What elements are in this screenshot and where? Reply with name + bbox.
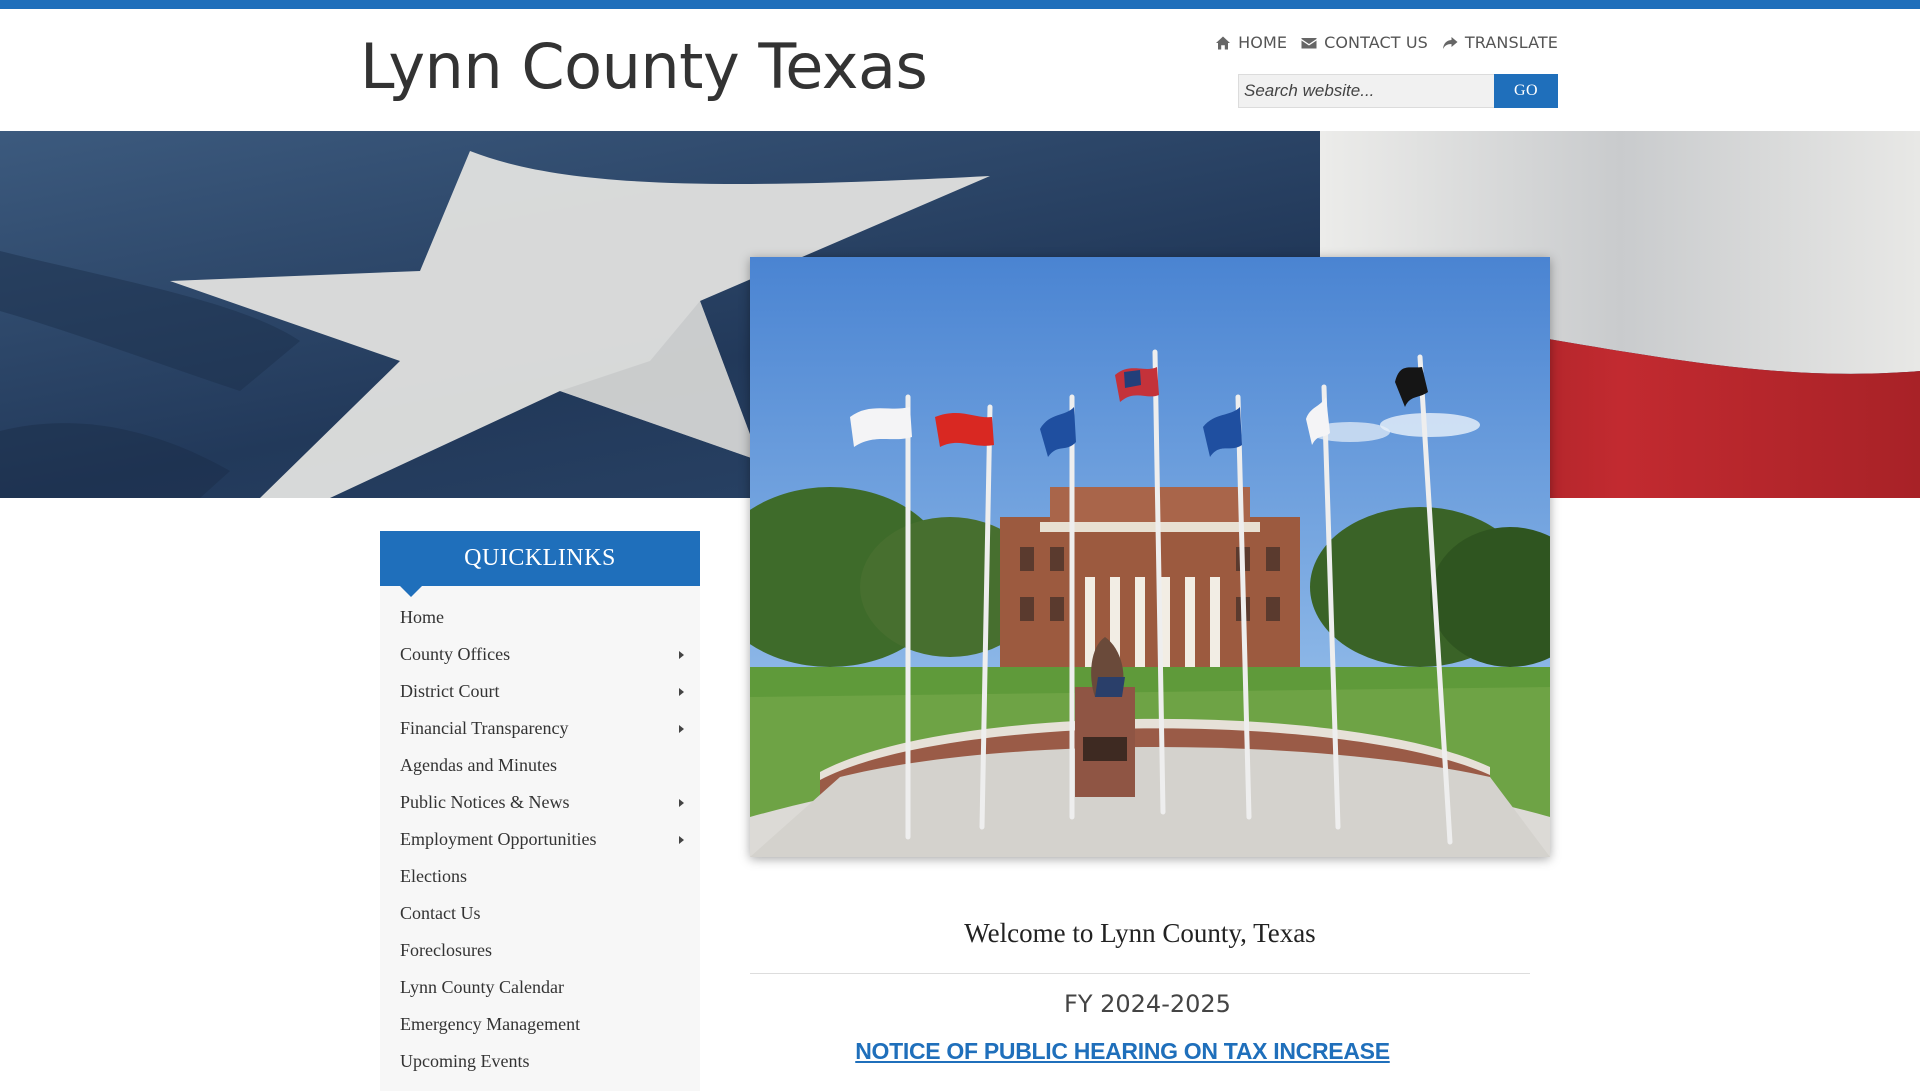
share-icon <box>1442 36 1458 49</box>
nav-contact-label: CONTACT US <box>1324 33 1428 52</box>
quicklink-county-offices[interactable]: County Offices <box>380 636 700 673</box>
courthouse-photo <box>750 257 1550 857</box>
quicklink-emergency-management[interactable]: Emergency Management <box>380 1006 700 1043</box>
quicklink-label: Financial Transparency <box>400 718 569 738</box>
quicklink-calendar[interactable]: Lynn County Calendar <box>380 969 700 1006</box>
quicklink-foreclosures[interactable]: Foreclosures <box>380 932 700 969</box>
quicklink-label: Contact Us <box>400 903 481 923</box>
quicklink-label: Foreclosures <box>400 940 492 960</box>
section-divider <box>750 973 1530 974</box>
caret-right-icon <box>679 725 684 733</box>
quicklink-agendas-minutes[interactable]: Agendas and Minutes <box>380 747 700 784</box>
nav-translate-link[interactable]: TRANSLATE <box>1442 33 1558 52</box>
envelope-icon <box>1301 37 1317 48</box>
site-search-form: GO <box>1238 74 1558 108</box>
quicklink-elections[interactable]: Elections <box>380 858 700 895</box>
fiscal-year-text: FY 2024-2025 <box>1064 990 1231 1018</box>
quicklink-employment[interactable]: Employment Opportunities <box>380 821 700 858</box>
nav-translate-label: TRANSLATE <box>1464 33 1558 52</box>
header-notch <box>400 586 422 597</box>
top-accent-bar <box>0 0 1920 9</box>
caret-right-icon <box>679 799 684 807</box>
quicklinks-header: QUICKLINKS <box>380 531 700 597</box>
quicklink-label: District Court <box>400 681 500 701</box>
nav-home-label: HOME <box>1238 33 1288 52</box>
quicklink-public-notices[interactable]: Public Notices & News <box>380 784 700 821</box>
quicklink-district-court[interactable]: District Court <box>380 673 700 710</box>
quicklink-label: County Offices <box>400 644 511 664</box>
nav-home-link[interactable]: HOME <box>1215 33 1287 52</box>
quicklink-upcoming-events[interactable]: Upcoming Events <box>380 1043 700 1080</box>
utility-nav: HOME CONTACT US TRANSLATE <box>1215 33 1558 52</box>
quicklink-contact-us[interactable]: Contact Us <box>380 895 700 932</box>
quicklink-label: Public Notices & News <box>400 792 570 812</box>
quicklink-label: Employment Opportunities <box>400 829 597 849</box>
caret-right-icon <box>679 836 684 844</box>
welcome-heading: Welcome to Lynn County, Texas <box>964 918 1316 948</box>
quicklink-financial-transparency[interactable]: Financial Transparency <box>380 710 700 747</box>
tax-hearing-notice-link[interactable]: NOTICE OF PUBLIC HEARING ON TAX INCREASE <box>750 1038 1495 1065</box>
search-input[interactable] <box>1238 74 1494 108</box>
quicklink-label: Elections <box>400 866 467 886</box>
quicklink-label: Emergency Management <box>400 1014 581 1034</box>
caret-right-icon <box>679 688 684 696</box>
quicklink-home[interactable]: Home <box>380 599 700 636</box>
home-icon <box>1216 36 1231 49</box>
quicklink-label: Upcoming Events <box>400 1051 530 1071</box>
quicklinks-list: Home County Offices District Court Finan… <box>380 586 700 1080</box>
nav-contact-link[interactable]: CONTACT US <box>1301 33 1428 52</box>
quicklinks-panel: QUICKLINKS Home County Offices District … <box>380 531 700 1091</box>
quicklink-label: Agendas and Minutes <box>400 755 557 775</box>
quicklinks-title: QUICKLINKS <box>464 545 616 571</box>
quicklink-label: Lynn County Calendar <box>400 977 564 997</box>
search-go-button[interactable]: GO <box>1494 74 1558 108</box>
caret-right-icon <box>679 651 684 659</box>
quicklink-label: Home <box>400 607 444 627</box>
site-title[interactable]: Lynn County Texas <box>360 30 928 103</box>
